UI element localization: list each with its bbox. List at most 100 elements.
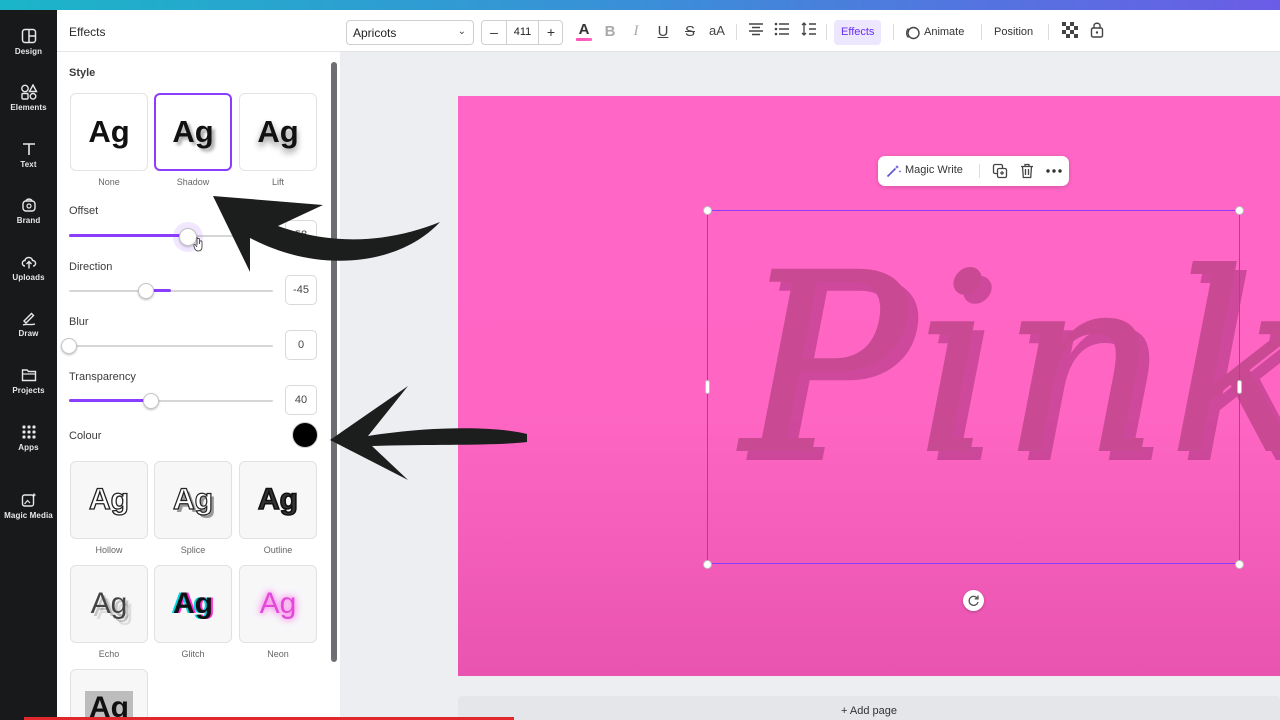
text-color-button[interactable]: A bbox=[574, 21, 594, 41]
style-caption-none: None bbox=[98, 177, 120, 187]
effects-button[interactable]: Effects bbox=[834, 20, 882, 45]
rail-item-design[interactable]: Design bbox=[0, 28, 57, 56]
font-size-decrease-button[interactable]: – bbox=[482, 21, 506, 44]
design-icon bbox=[21, 28, 36, 44]
transparency-value-input[interactable]: 40 bbox=[285, 385, 317, 415]
resize-handle-bottom-right[interactable] bbox=[1235, 560, 1244, 569]
add-page-button[interactable]: + Add page bbox=[458, 696, 1280, 720]
effect-caption-echo: Echo bbox=[98, 649, 120, 659]
magic-media-icon bbox=[21, 492, 36, 507]
rail-item-brand[interactable]: Brand bbox=[0, 197, 57, 225]
bold-button[interactable]: B bbox=[600, 23, 620, 40]
resize-handle-top-left[interactable] bbox=[703, 206, 712, 215]
effect-card-splice[interactable]: Ag bbox=[154, 461, 232, 539]
offset-slider-fill bbox=[69, 234, 187, 237]
animate-label: Animate bbox=[924, 26, 965, 38]
toolbar-divider bbox=[1048, 24, 1049, 40]
blur-slider-track[interactable] bbox=[69, 345, 273, 347]
toolbar-divider bbox=[981, 24, 982, 40]
offset-value-input[interactable]: 58 bbox=[285, 220, 317, 250]
letter-case-button[interactable]: aA bbox=[706, 23, 728, 38]
rail-item-elements[interactable]: Elements bbox=[0, 84, 57, 112]
duplicate-icon[interactable] bbox=[992, 163, 1008, 179]
text-selection-box[interactable] bbox=[707, 210, 1240, 564]
transparency-slider-knob[interactable] bbox=[143, 393, 159, 409]
more-options-icon[interactable] bbox=[1046, 169, 1062, 173]
blur-value-input[interactable]: 0 bbox=[285, 330, 317, 360]
apps-icon bbox=[22, 425, 35, 439]
blur-label: Blur bbox=[69, 316, 89, 328]
pointer-cursor-icon bbox=[193, 237, 203, 252]
float-divider bbox=[979, 164, 980, 178]
effect-card-background[interactable]: Ag bbox=[70, 669, 148, 720]
toolbar-divider bbox=[893, 24, 894, 40]
effect-card-neon[interactable]: Ag bbox=[239, 565, 317, 643]
rail-label: Brand bbox=[16, 216, 41, 225]
underline-button[interactable]: U bbox=[653, 23, 673, 40]
rail-label: Uploads bbox=[12, 273, 45, 282]
colour-swatch[interactable] bbox=[292, 422, 318, 448]
position-button[interactable]: Position bbox=[987, 20, 1040, 45]
panel-header: Effects bbox=[57, 10, 340, 52]
panel-scrollbar[interactable] bbox=[331, 62, 337, 662]
spacing-button[interactable] bbox=[799, 22, 819, 40]
transparency-label: Transparency bbox=[69, 371, 136, 383]
effect-card-hollow[interactable]: Ag bbox=[70, 461, 148, 539]
effect-card-outline[interactable]: Ag bbox=[239, 461, 317, 539]
colour-label: Colour bbox=[69, 430, 102, 442]
align-button[interactable] bbox=[746, 22, 766, 40]
font-size-input[interactable]: 411 bbox=[506, 21, 539, 44]
rotate-handle[interactable] bbox=[963, 590, 984, 611]
rail-label: Apps bbox=[18, 443, 39, 452]
italic-button[interactable]: I bbox=[626, 23, 646, 40]
left-rail: Design Elements Text Brand Uploads Draw … bbox=[0, 10, 57, 720]
direction-slider-fill bbox=[153, 289, 171, 292]
rail-label: Draw bbox=[18, 329, 39, 338]
style-card-lift[interactable]: Ag bbox=[239, 93, 317, 171]
style-card-none[interactable]: Ag bbox=[70, 93, 148, 171]
effect-caption-splice: Splice bbox=[180, 545, 206, 555]
rail-item-apps[interactable]: Apps bbox=[0, 424, 57, 452]
font-family-value: Apricots bbox=[353, 26, 397, 40]
element-floating-toolbar: Magic Write bbox=[878, 156, 1069, 186]
strikethrough-button[interactable]: S bbox=[680, 23, 700, 40]
rail-item-uploads[interactable]: Uploads bbox=[0, 254, 57, 282]
font-size-increase-button[interactable]: + bbox=[539, 21, 563, 44]
effects-panel: Effects Style Ag None Ag Shadow Ag Lift … bbox=[57, 10, 340, 720]
elements-icon bbox=[20, 84, 38, 100]
rail-item-text[interactable]: Text bbox=[0, 141, 57, 169]
offset-label: Offset bbox=[69, 205, 99, 217]
style-card-shadow[interactable]: Ag bbox=[154, 93, 232, 171]
trash-icon[interactable] bbox=[1020, 163, 1034, 179]
projects-icon bbox=[21, 369, 36, 382]
blur-slider-knob[interactable] bbox=[61, 338, 77, 354]
text-color-indicator bbox=[576, 38, 592, 41]
direction-value-input[interactable]: -45 bbox=[285, 275, 317, 305]
rail-item-draw[interactable]: Draw bbox=[0, 310, 57, 338]
effect-caption-neon: Neon bbox=[267, 649, 289, 659]
resize-handle-right[interactable] bbox=[1237, 380, 1242, 394]
rail-label: Text bbox=[20, 160, 37, 169]
resize-handle-top-right[interactable] bbox=[1235, 206, 1244, 215]
resize-handle-bottom-left[interactable] bbox=[703, 560, 712, 569]
lock-button[interactable] bbox=[1087, 21, 1107, 42]
transparency-slider-fill bbox=[69, 399, 151, 402]
brand-icon bbox=[21, 198, 36, 212]
magic-write-button[interactable]: Magic Write bbox=[905, 164, 963, 176]
transparency-button[interactable] bbox=[1060, 22, 1080, 42]
rail-item-projects[interactable]: Projects bbox=[0, 367, 57, 395]
effect-card-echo[interactable]: Ag bbox=[70, 565, 148, 643]
effect-caption-hollow: Hollow bbox=[95, 545, 123, 555]
resize-handle-left[interactable] bbox=[705, 380, 710, 394]
font-family-select[interactable]: Apricots ⌄ bbox=[346, 20, 474, 45]
toolbar-divider bbox=[736, 24, 737, 40]
rail-item-magic-media[interactable]: Magic Media bbox=[0, 492, 57, 520]
animate-button[interactable]: Animate bbox=[900, 20, 971, 45]
direction-label: Direction bbox=[69, 261, 113, 273]
style-section-label: Style bbox=[69, 67, 96, 79]
list-button[interactable] bbox=[772, 22, 792, 40]
lock-icon bbox=[1090, 22, 1104, 38]
effect-card-glitch[interactable]: Ag bbox=[154, 565, 232, 643]
direction-slider-track[interactable] bbox=[69, 290, 273, 292]
direction-slider-knob[interactable] bbox=[138, 283, 154, 299]
